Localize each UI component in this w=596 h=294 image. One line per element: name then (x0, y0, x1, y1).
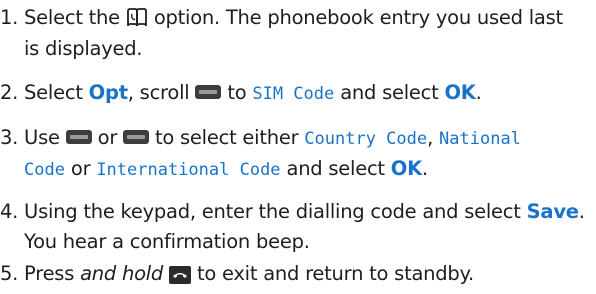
step-3-line-2: Code or International Code and select OK… (0, 154, 592, 185)
step-text: to select either (149, 126, 305, 149)
end-call-key-icon (169, 260, 192, 290)
step-5-line-1: 5. Press and hold to exit and return to … (0, 259, 592, 290)
step-text: Use (18, 126, 66, 149)
step-1-line-2: is displayed. (24, 36, 143, 60)
step-text: option. The phonebook entry you used las… (147, 6, 563, 29)
phonebook-icon (126, 4, 148, 34)
display-text-national: National (439, 129, 521, 149)
instruction-list: 1. Select the option. The phonebook entr… (0, 0, 596, 294)
step-text: Press (18, 262, 81, 285)
scroll-key-icon (195, 84, 222, 99)
step-text: . (578, 200, 585, 223)
step-4: 4. Using the keypad, enter the dialling … (0, 197, 592, 257)
step-text: Select the (18, 6, 126, 29)
scroll-up-key-icon (65, 129, 92, 144)
step-text: , scroll (127, 81, 196, 104)
step-2: 2. Select Opt, scroll to SIM Code and se… (0, 78, 592, 109)
step-number: 2. (0, 81, 19, 104)
step-3: 3. Use or to select either Country Code,… (0, 123, 592, 185)
step-text: to exit and return to standby. (191, 262, 475, 285)
step-number: 5. (0, 262, 19, 285)
step-5: 5. Press and hold to exit and return to … (0, 259, 592, 290)
scroll-down-key-icon (123, 129, 150, 144)
step-text: Select (18, 81, 89, 104)
display-text-international-code: International Code (96, 160, 281, 180)
and-hold-emphasis: and hold (80, 262, 164, 285)
step-1: 1. Select the option. The phonebook entr… (0, 3, 592, 64)
step-number: 3. (0, 126, 19, 149)
step-text: , (427, 126, 440, 149)
step-text: and select (334, 81, 445, 104)
step-number: 1. (0, 6, 19, 29)
step-text: and select (280, 157, 391, 180)
step-text: . (421, 157, 428, 180)
step-4-line-2: You hear a confirmation beep. (24, 230, 310, 253)
step-3-line-1: 3. Use or to select either Country Code,… (0, 123, 592, 154)
step-text: or (64, 157, 97, 180)
display-text-sim-code: SIM Code (252, 84, 335, 104)
opt-softkey-label: Opt (88, 81, 128, 104)
ok-softkey-label: OK (390, 157, 422, 180)
step-4-line-1: 4. Using the keypad, enter the dialling … (0, 197, 592, 227)
step-2-line-1: 2. Select Opt, scroll to SIM Code and se… (0, 78, 592, 109)
display-text-country-code: Country Code (304, 129, 428, 149)
step-text: or (91, 126, 124, 149)
step-text: to (221, 81, 253, 104)
step-text: . (475, 81, 482, 104)
step-text: Using the keypad, enter the dialling cod… (18, 200, 527, 223)
step-number: 4. (0, 200, 19, 223)
save-softkey-label: Save (526, 200, 579, 223)
step-1-line-1: 1. Select the option. The phonebook entr… (0, 3, 592, 34)
display-text-code: Code (24, 160, 65, 180)
ok-softkey-label: OK (444, 81, 476, 104)
